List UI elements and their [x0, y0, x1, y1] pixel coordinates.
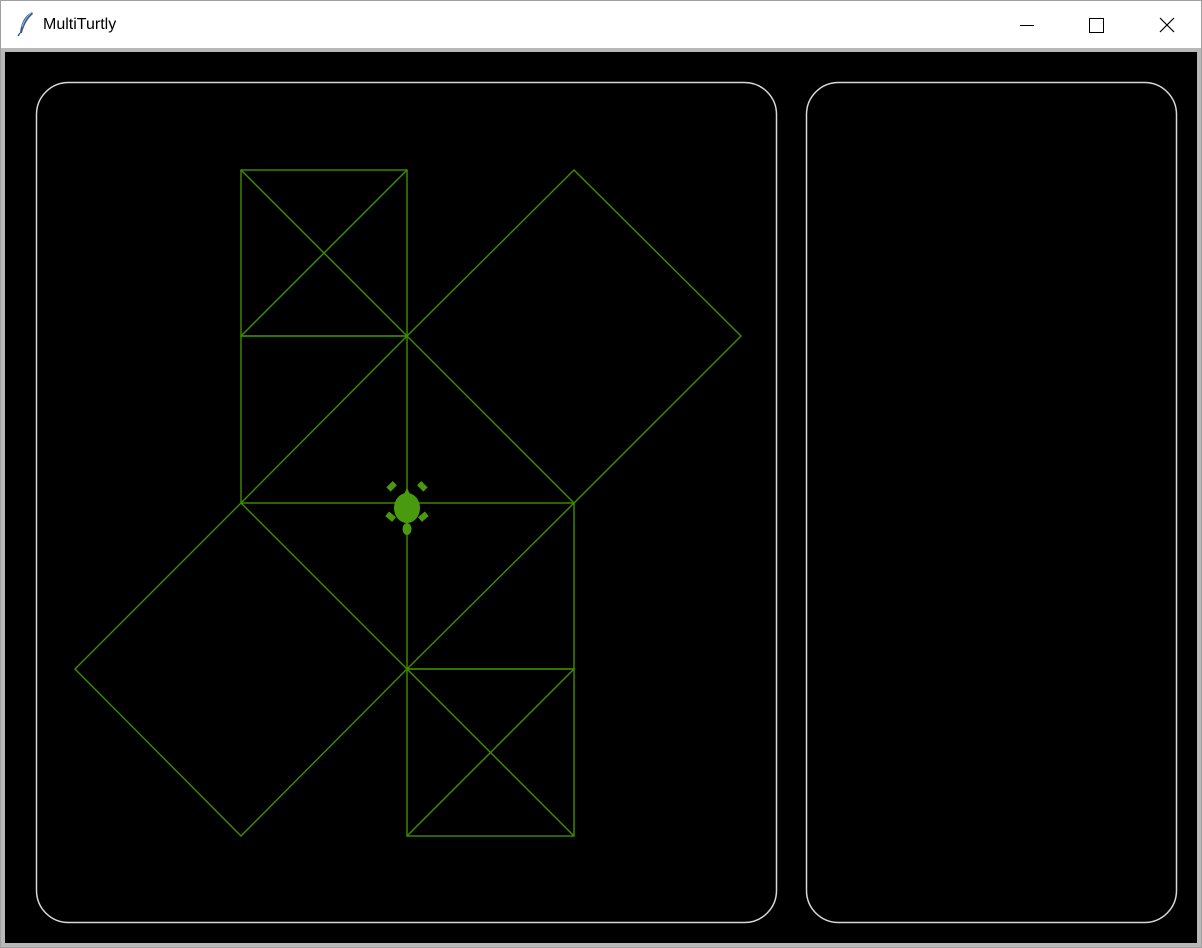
title-bar[interactable]: MultiTurtly: [1, 1, 1201, 48]
diagonal-line: [406, 502, 575, 670]
maximize-button[interactable]: [1063, 1, 1131, 48]
turtle-canvas[interactable]: [5, 52, 1197, 943]
client-area: [1, 48, 1201, 947]
right-panel: [805, 81, 1178, 924]
close-icon: [1159, 17, 1175, 33]
feather-icon: [15, 11, 37, 37]
diagonal-line: [240, 335, 408, 504]
drawing-surface: [35, 81, 1178, 924]
diamond-upper-right: [406, 169, 742, 504]
maximize-icon: [1089, 18, 1104, 33]
close-button[interactable]: [1133, 1, 1201, 48]
diamond-lower-left: [74, 502, 408, 837]
app-window: MultiTurtly: [0, 0, 1202, 948]
minimize-icon: [1020, 25, 1034, 26]
turtle-icon[interactable]: [385, 481, 429, 535]
minimize-button[interactable]: [993, 1, 1061, 48]
window-title: MultiTurtly: [43, 16, 117, 33]
